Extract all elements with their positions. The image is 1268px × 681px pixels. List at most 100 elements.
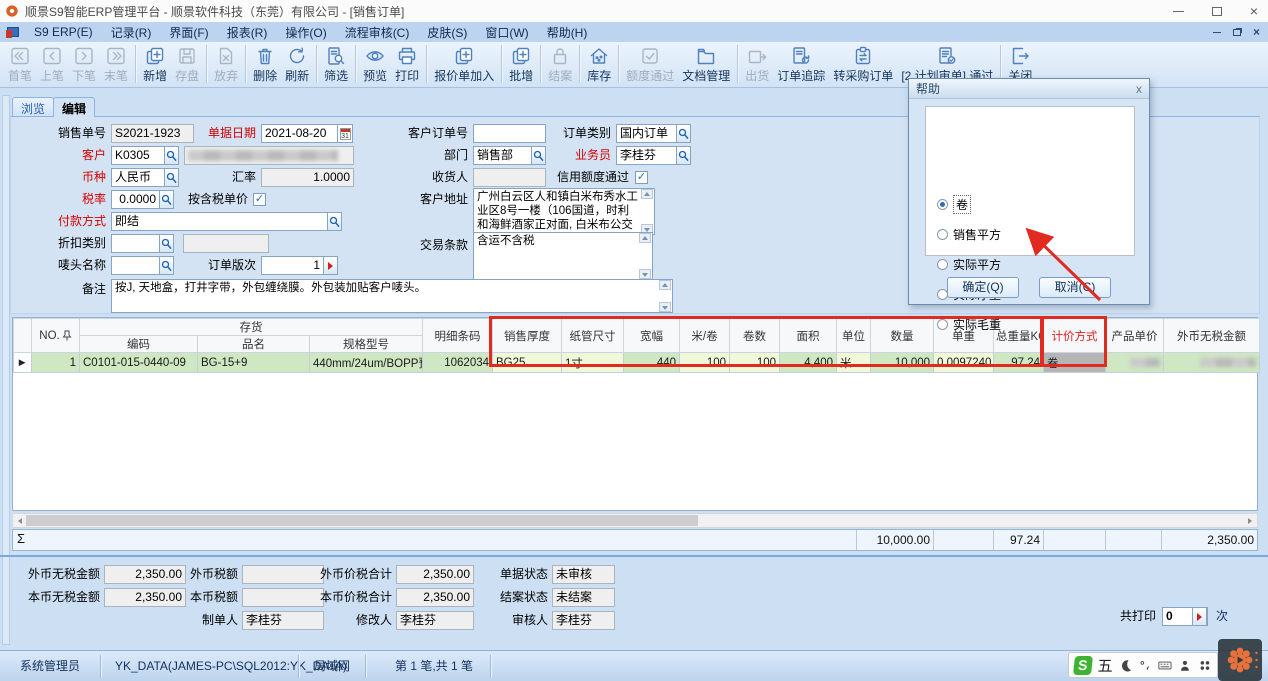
col-header-fc-amount[interactable]: 外币无税金额 [1164,319,1260,353]
toolbar-last-button[interactable]: 末笔 [100,44,132,85]
col-header-spec[interactable]: 规格型号 [310,336,423,353]
tax-rate-field[interactable]: 0.0000 [111,190,160,209]
currency-field[interactable]: 人民币 [111,168,165,187]
cell-barcode[interactable]: 1062034 [423,353,493,373]
toolbar-save-button[interactable]: 存盘 [171,44,203,85]
radio-option-actual-sqm[interactable]: 实际平方 [937,257,1001,271]
cell-unit-price[interactable] [1106,353,1164,373]
shipping-mark-lookup-button[interactable] [159,256,174,275]
radio-option-sales-sqm[interactable]: 销售平方 [937,227,1001,241]
salesman-lookup-button[interactable] [676,146,691,165]
toolbar-filter-button[interactable]: 筛选 [320,44,352,85]
customer-lookup-button[interactable] [164,146,179,165]
dialog-close-icon[interactable]: x [1136,82,1142,96]
col-header-code[interactable]: 编码 [80,336,198,353]
address-scroll[interactable] [641,189,653,234]
punctuation-icon[interactable] [1138,658,1152,673]
scroll-up-icon[interactable] [639,233,651,243]
ime-mode-wubi[interactable]: 五 [1098,655,1113,676]
scroll-up-icon[interactable] [641,189,653,199]
help-dialog-titlebar[interactable]: 帮助 x [909,79,1149,99]
toolbar-credit-pass-button[interactable]: 额度通过 [622,44,678,85]
shipping-mark-field[interactable] [111,256,160,275]
toolbar-batch-add-button[interactable]: 批增 [505,44,537,85]
toolbar-to-purchase-button[interactable]: 转采购订单 [829,44,897,85]
sogou-logo-icon[interactable]: S [1073,656,1093,675]
keyboard-icon[interactable] [1158,658,1172,673]
toolbar-discard-button[interactable]: 放弃 [210,44,242,85]
order-type-lookup-button[interactable] [676,124,691,143]
menu-operation[interactable]: 操作(O) [276,24,335,41]
moon-icon[interactable] [1119,658,1133,673]
close-icon[interactable]: × [1250,4,1258,18]
order-type-field[interactable]: 国内订单 [616,124,677,143]
recorder-overlay[interactable] [1218,639,1262,681]
trade-terms-scroll[interactable] [639,233,651,279]
ok-button[interactable]: 确定(Q) [947,277,1019,298]
scroll-down-icon[interactable] [639,269,651,279]
toolbar-print-button[interactable]: 打印 [391,44,423,85]
mdi-close-icon[interactable]: × [1253,26,1260,38]
maximize-icon[interactable] [1212,7,1222,16]
print-count-spinner[interactable] [1192,607,1207,626]
payment-lookup-button[interactable] [327,212,342,231]
tax-included-checkbox[interactable]: ✓ [253,193,266,206]
menu-workflow[interactable]: 流程审核(C) [336,24,419,41]
cell-fc-amount[interactable] [1164,353,1260,373]
tax-rate-lookup-button[interactable] [159,190,174,209]
customer-order-no-field[interactable] [473,124,546,143]
menu-s9erp[interactable]: S9 ERP(E) [25,25,102,39]
cell-spec[interactable]: 440mm/24um/BOPP预涂... [310,353,423,373]
remark-scroll[interactable] [659,280,671,312]
customer-address-field[interactable]: 广州白云区人和镇白米布秀水工业区8号一楼（106国道，时利和海鲜酒家正对面, 白… [473,188,655,235]
menu-record[interactable]: 记录(R) [102,24,161,41]
department-field[interactable]: 销售部 [473,146,532,165]
toolbar-refresh-button[interactable]: 刷新 [281,44,313,85]
menu-skin[interactable]: 皮肤(S) [418,24,476,41]
toolbar-order-track-button[interactable]: 订单追踪 [773,44,829,85]
scroll-down-icon[interactable] [659,302,671,312]
radio-option-roll[interactable]: 卷 [937,197,971,211]
menu-help[interactable]: 帮助(H) [538,24,597,41]
col-header-unit-price[interactable]: 产品单价 [1106,319,1164,353]
tab-browse[interactable]: 浏览 [12,97,54,117]
toolbox-grid-icon[interactable] [1198,658,1212,673]
col-header-name[interactable]: 品名 [198,336,310,353]
scroll-up-icon[interactable] [659,280,671,290]
trade-terms-field[interactable]: 含运不含税 [473,232,653,280]
toolbar-next-button[interactable]: 下笔 [68,44,100,85]
toolbar-new-button[interactable]: 新增 [139,44,171,85]
cell-name[interactable]: BG-15+9 [198,353,310,373]
radio-selected-icon[interactable] [937,199,948,210]
toolbar-delete-button[interactable]: 删除 [249,44,281,85]
toolbar-first-button[interactable]: 首笔 [4,44,36,85]
payment-field[interactable]: 即结 [111,212,342,231]
toolbar-close-case-button[interactable]: 结案 [544,44,576,85]
cell-code[interactable]: C0101-015-0440-09 [80,353,198,373]
toolbar-prev-button[interactable]: 上笔 [36,44,68,85]
left-splitter[interactable] [2,95,10,645]
remark-field[interactable]: 按J, 天地盒，打井字带，外包缠绕膜。外包装加贴客户唛头。 [111,279,673,313]
tab-edit[interactable]: 编辑 [53,97,95,117]
doc-date-field[interactable]: 2021-08-20 [261,124,338,143]
menu-interface[interactable]: 界面(F) [160,24,217,41]
ime-toolbar[interactable]: S 五 [1068,652,1218,678]
grid-hscrollbar[interactable] [12,513,1258,528]
discount-type-lookup-button[interactable] [159,234,174,253]
credit-pass-checkbox[interactable]: ✓ [635,171,648,184]
radio-icon[interactable] [937,229,948,240]
col-header-barcode[interactable]: 明细条码 [423,319,493,353]
hscroll-thumb[interactable] [26,515,698,526]
toolbar-preview-button[interactable]: 预览 [359,44,391,85]
radio-icon[interactable] [937,259,948,270]
customer-field[interactable]: K0305 [111,146,165,165]
calendar-button[interactable]: 31 [337,124,353,143]
col-header-no[interactable]: NO. [32,319,80,353]
discount-type-field[interactable] [111,234,160,253]
radio-option-gross-weight[interactable]: 实际毛重 [937,317,1001,331]
salesman-field[interactable]: 李桂芬 [616,146,677,165]
toolbar-stock-button[interactable]: 库存 [583,44,615,85]
toolbar-quote-add-button[interactable]: 报价单加入 [430,44,498,85]
toolbar-ship-button[interactable]: 出货 [741,44,773,85]
order-version-field[interactable]: 1 [261,256,324,275]
